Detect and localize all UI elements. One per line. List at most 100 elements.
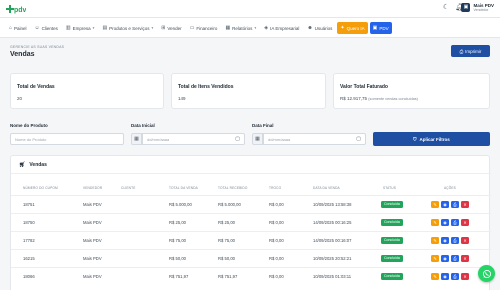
column-header: TOTAL DA VENDA: [169, 186, 198, 190]
cell-cupom: 18066: [23, 274, 35, 279]
edit-button[interactable]: ✎: [431, 201, 439, 208]
basket-icon: 🛒︎: [19, 161, 26, 168]
print-receipt-button[interactable]: ⎙: [451, 219, 459, 226]
end-date-input[interactable]: dd/mm/aaaa ▢: [263, 133, 366, 145]
logo-text: pdv: [14, 7, 26, 14]
cell-data: 10/09/2025 13:58:38: [313, 202, 352, 207]
view-button[interactable]: ◉: [441, 255, 449, 262]
table-row: 18750 Mais PDV R$ 25,00 R$ 25,00 R$ 0,00…: [11, 213, 491, 231]
calendar-picker-icon[interactable]: ▢: [356, 136, 361, 142]
nav-label: IA Empresarial: [270, 25, 300, 31]
row-actions: ✎ ◉ ⎙ ✕: [431, 237, 469, 244]
apply-filters-button[interactable]: ⛉ Aplicar Filtros: [373, 132, 490, 146]
cart-icon: ⊞: [161, 25, 166, 31]
user-menu[interactable]: ▣ Mais PDV Vendedor: [461, 3, 494, 12]
start-date-input[interactable]: dd/mm/aaaa ▢: [142, 133, 245, 145]
column-header: CLIENTE: [121, 186, 136, 190]
nav-item-clientes[interactable]: ☺ Clientes: [32, 22, 61, 34]
cell-troco: R$ 0,00: [269, 202, 284, 207]
chevron-down-icon: ▾: [151, 26, 154, 30]
cell-recebido: R$ 751,97: [218, 274, 238, 279]
print-receipt-button[interactable]: ⎙: [451, 273, 459, 280]
start-date-placeholder: dd/mm/aaaa: [147, 136, 170, 142]
sparkle-icon: ✦: [340, 25, 345, 31]
cell-total: R$ 751,97: [169, 274, 189, 279]
column-header: DATA DA VENDA: [313, 186, 340, 190]
cell-troco: R$ 0,00: [269, 256, 284, 261]
start-date-label: Data Inicial: [131, 123, 155, 128]
cell-vendedor: Mais PDV: [83, 274, 102, 279]
whatsapp-button[interactable]: [478, 265, 495, 282]
table-row: 16215 Mais PDV R$ 50,00 R$ 50,00 R$ 0,00…: [11, 249, 491, 267]
delete-button[interactable]: ✕: [461, 237, 469, 244]
print-button[interactable]: ⎙ Imprimir: [451, 45, 490, 57]
stat-value: 20: [17, 96, 23, 101]
stat-value: 149: [178, 96, 186, 101]
nav-label: Vender: [167, 25, 182, 31]
product-filter-label: Nome do Produto: [10, 123, 48, 128]
cell-vendedor: Mais PDV: [83, 202, 102, 207]
nav-item-financeiro[interactable]: ▭ Financeiro: [187, 22, 221, 34]
view-button[interactable]: ◉: [441, 273, 449, 280]
column-header: STATUS: [383, 186, 396, 190]
nav-item-usuarios[interactable]: ☻ Usuários: [304, 22, 335, 34]
cell-recebido: R$ 75,00: [218, 238, 235, 243]
nav-item-relatorios[interactable]: ▦ Relatórios ▾: [222, 22, 259, 34]
print-receipt-button[interactable]: ⎙: [451, 237, 459, 244]
avatar: ▣: [461, 3, 471, 12]
cash-register-icon: ▣: [372, 25, 378, 31]
row-actions: ✎ ◉ ⎙ ✕: [431, 273, 469, 280]
edit-button[interactable]: ✎: [431, 237, 439, 244]
delete-button[interactable]: ✕: [461, 255, 469, 262]
table-header: 🛒︎ Vendas: [11, 156, 491, 174]
view-button[interactable]: ◉: [441, 219, 449, 226]
nav-item-empresa[interactable]: ▥ Empresa ▾: [63, 22, 98, 34]
cell-data: 14/09/2025 00:16:07: [313, 238, 352, 243]
calendar-picker-icon[interactable]: ▢: [235, 136, 240, 142]
pdv-logo[interactable]: pdv: [4, 2, 26, 15]
cell-total: R$ 5.000,00: [169, 202, 192, 207]
product-name-input[interactable]: Nome do Produto: [10, 133, 124, 145]
chart-icon: ▦: [225, 25, 231, 31]
cell-recebido: R$ 25,00: [218, 220, 235, 225]
cell-troco: R$ 0,00: [269, 220, 284, 225]
table-row: 17782 Mais PDV R$ 75,00 R$ 75,00 R$ 0,00…: [11, 231, 491, 249]
nav-label: Quero IA: [346, 25, 365, 31]
print-receipt-button[interactable]: ⎙: [451, 201, 459, 208]
column-header: TROCO: [269, 186, 282, 190]
delete-button[interactable]: ✕: [461, 219, 469, 226]
users-icon: ☺: [34, 25, 40, 31]
nav-label: Clientes: [41, 25, 58, 31]
nav-item-produtos[interactable]: ▤ Produtos e Serviços ▾: [99, 22, 156, 34]
filter-icon: ⛉: [413, 136, 417, 142]
cell-recebido: R$ 50,00: [218, 256, 235, 261]
edit-button[interactable]: ✎: [431, 255, 439, 262]
table-title: Vendas: [29, 161, 47, 168]
cell-vendedor: Mais PDV: [83, 238, 102, 243]
status-badge: Concluída: [381, 255, 403, 262]
cell-data: 14/09/2025 00:16:25: [313, 220, 352, 225]
nav-label: Empresa: [72, 25, 91, 31]
cell-cupom: 18751: [23, 202, 35, 207]
nav-item-ia-empresarial[interactable]: ◈ IA Empresarial: [261, 22, 302, 34]
box-icon: ▤: [102, 25, 108, 31]
chevron-down-icon: ▾: [254, 26, 257, 30]
nav-item-quero-ia[interactable]: ✦ Quero IA: [337, 22, 368, 34]
view-button[interactable]: ◉: [441, 201, 449, 208]
column-header: TOTAL RECEBIDO: [218, 186, 248, 190]
nav-item-vender[interactable]: ⊞ Vender: [158, 22, 184, 34]
nav-item-pdv[interactable]: ▣ PDV: [369, 22, 392, 34]
stat-value: R$ 12.917,75: [340, 96, 368, 101]
edit-button[interactable]: ✎: [431, 219, 439, 226]
column-header: AÇÕES: [444, 186, 456, 190]
building-icon: ▥: [65, 25, 71, 31]
print-receipt-button[interactable]: ⎙: [451, 255, 459, 262]
edit-button[interactable]: ✎: [431, 273, 439, 280]
view-button[interactable]: ◉: [441, 237, 449, 244]
moon-icon[interactable]: ☾: [443, 4, 449, 12]
cell-cupom: 17782: [23, 238, 35, 243]
nav-item-painel[interactable]: ⌂ Painel: [6, 22, 30, 34]
delete-button[interactable]: ✕: [461, 273, 469, 280]
cell-cupom: 18750: [23, 220, 35, 225]
delete-button[interactable]: ✕: [461, 201, 469, 208]
